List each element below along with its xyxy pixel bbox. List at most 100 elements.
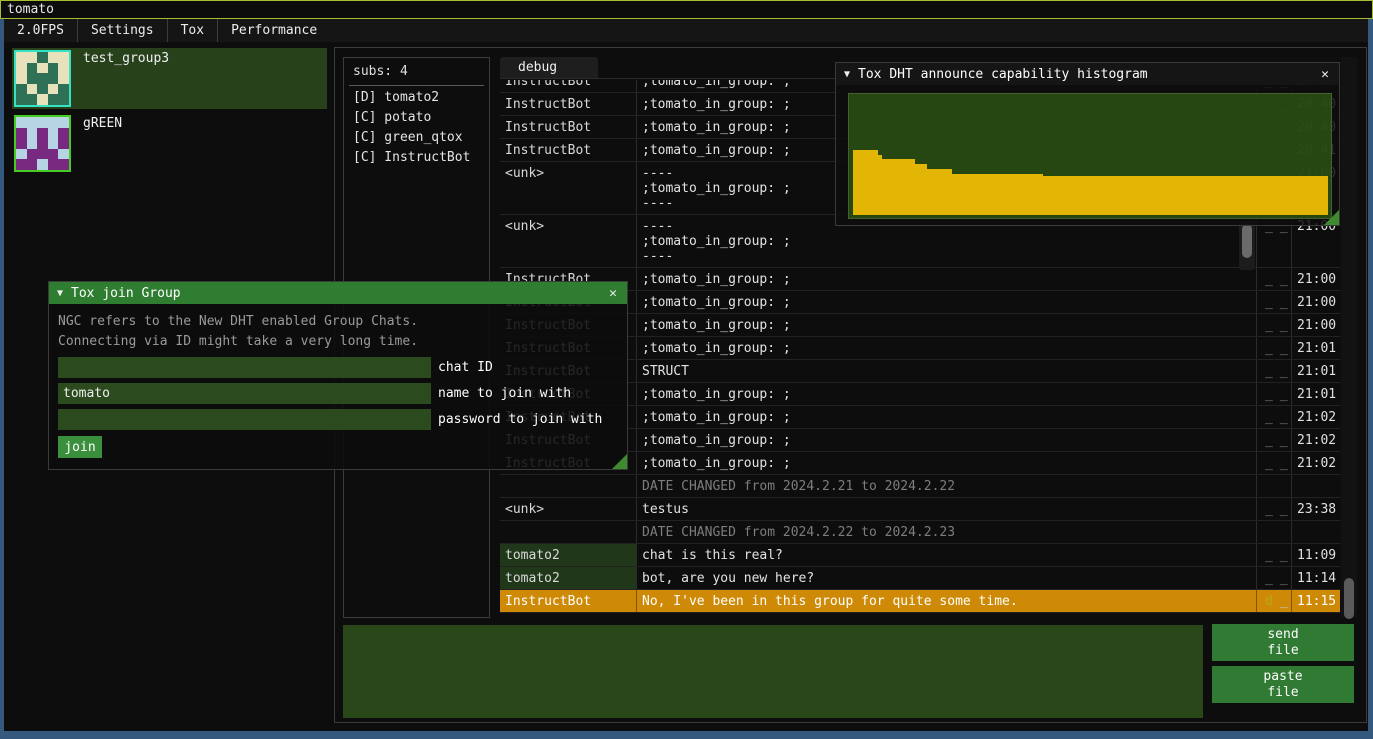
chat-row-flags	[1257, 475, 1292, 497]
close-icon[interactable]: ✕	[1319, 67, 1331, 82]
chat-row-timestamp: 21:00	[1292, 291, 1340, 313]
read-flag: _	[1280, 364, 1288, 382]
menu-item-performance[interactable]: Performance	[217, 19, 330, 42]
delivery-flag: _	[1265, 502, 1273, 520]
chat-row-message: ;tomato_in_group: ;	[637, 291, 1257, 313]
chat-row-flags: _ _	[1257, 383, 1292, 405]
chat-scrollbar-thumb[interactable]	[1344, 578, 1354, 619]
chat-row-flags: _ _	[1257, 291, 1292, 313]
subs-member-instructbot[interactable]: [C] InstructBot	[353, 148, 489, 168]
read-flag: _	[1280, 295, 1288, 313]
read-flag: _	[1280, 548, 1288, 566]
chat-row-flags: _ _	[1257, 360, 1292, 382]
chat-row-timestamp: 21:02	[1292, 429, 1340, 451]
join-group-window: ▼ Tox join Group ✕ NGC refers to the New…	[48, 281, 628, 470]
chat-row-message: ;tomato_in_group: ;	[637, 429, 1257, 451]
delivery-flag: d	[1265, 594, 1273, 612]
chat-row-timestamp	[1292, 521, 1340, 543]
join-field-label: chat ID	[438, 360, 493, 375]
join-field-password: password to join with	[58, 409, 618, 430]
message-input[interactable]	[343, 625, 1203, 718]
delivery-flag: _	[1265, 571, 1273, 589]
chat-row-flags: d _	[1257, 590, 1292, 612]
chat-row-timestamp	[1292, 475, 1340, 497]
chat-row-flags: _ _	[1257, 314, 1292, 336]
resize-grip[interactable]	[612, 454, 627, 469]
delivery-flag: _	[1265, 548, 1273, 566]
paste-file-button[interactable]: paste file	[1212, 666, 1354, 703]
join-group-window-title-bar[interactable]: ▼ Tox join Group ✕	[49, 282, 627, 304]
chat-row-flags: _ _	[1257, 544, 1292, 566]
subs-separator	[349, 85, 484, 86]
join-field-label: password to join with	[438, 412, 602, 427]
chat-row-message: ;tomato_in_group: ;	[637, 452, 1257, 474]
message-pane-scrollbar[interactable]	[1239, 221, 1255, 270]
chat-row-message: ;tomato_in_group: ;	[637, 314, 1257, 336]
read-flag: _	[1280, 272, 1288, 290]
join-field-label: name to join with	[438, 386, 571, 401]
subs-member-tomato2[interactable]: [D] tomato2	[353, 88, 489, 108]
join-field-input[interactable]	[58, 383, 431, 404]
chat-row-flags: _ _	[1257, 337, 1292, 359]
read-flag: _	[1280, 410, 1288, 428]
read-flag: _	[1280, 456, 1288, 474]
chat-row: tomato2 chat is this real? _ _ 11:09	[500, 544, 1340, 567]
chat-row-flags: _ _	[1257, 268, 1292, 290]
delivery-flag: _	[1265, 410, 1273, 428]
chat-row-flags: _ _	[1257, 567, 1292, 589]
collapse-arrow-icon[interactable]: ▼	[57, 288, 63, 299]
chat-row-sender: <unk>	[500, 215, 637, 267]
read-flag: _	[1280, 571, 1288, 589]
chat-row-message: bot, are you new here?	[637, 567, 1257, 589]
group-avatar-green	[14, 115, 71, 172]
join-button[interactable]: join	[58, 436, 102, 458]
read-flag: _	[1280, 594, 1288, 612]
close-icon[interactable]: ✕	[607, 286, 619, 301]
read-flag: _	[1280, 502, 1288, 520]
chat-row-timestamp: 21:02	[1292, 452, 1340, 474]
chat-row-sender: InstructBot	[500, 116, 637, 138]
chat-row-message: ;tomato_in_group: ;	[637, 383, 1257, 405]
join-field-input[interactable]	[58, 409, 431, 430]
histogram-window-title: Tox DHT announce capability histogram	[858, 67, 1319, 82]
subs-member-potato[interactable]: [C] potato	[353, 108, 489, 128]
join-info-line: NGC refers to the New DHT enabled Group …	[58, 312, 618, 332]
join-field-name: name to join with	[58, 383, 618, 404]
tab-debug[interactable]: debug	[500, 57, 598, 78]
chat-row-timestamp: 21:00	[1292, 268, 1340, 290]
resize-grip[interactable]	[1324, 210, 1339, 225]
menu-bar: 2.0FPSSettingsToxPerformance	[4, 19, 1368, 42]
window-border-bottom	[0, 731, 1373, 739]
app-root: tomato 2.0FPSSettingsToxPerformance test…	[0, 0, 1373, 739]
read-flag: _	[1280, 318, 1288, 336]
group-list-item-test_group3[interactable]: test_group3	[12, 48, 327, 109]
chat-row: DATE CHANGED from 2024.2.21 to 2024.2.22	[500, 475, 1340, 498]
send-file-button[interactable]: send file	[1212, 624, 1354, 661]
delivery-flag: _	[1265, 364, 1273, 382]
histogram-plot[interactable]	[848, 93, 1332, 219]
message-pane-scrollbar-thumb[interactable]	[1242, 224, 1252, 258]
chat-scrollbar[interactable]	[1341, 57, 1357, 618]
collapse-arrow-icon[interactable]: ▼	[844, 69, 850, 80]
subs-member-green_qtox[interactable]: [C] green_qtox	[353, 128, 489, 148]
join-info-line: Connecting via ID might take a very long…	[58, 332, 618, 352]
chat-row-sender	[500, 521, 637, 543]
chat-row: InstructBot No, I've been in this group …	[500, 590, 1340, 613]
chat-row-sender: <unk>	[500, 498, 637, 520]
join-group-window-body: NGC refers to the New DHT enabled Group …	[49, 304, 627, 458]
join-field-input[interactable]	[58, 357, 431, 378]
menu-item-tox[interactable]: Tox	[167, 19, 217, 42]
menu-item-settings[interactable]: Settings	[77, 19, 167, 42]
delivery-flag: _	[1265, 318, 1273, 336]
chat-row: <unk> testus _ _ 23:38	[500, 498, 1340, 521]
delivery-flag: _	[1265, 341, 1273, 359]
group-list-item-green[interactable]: gREEN	[12, 113, 327, 174]
chat-row-timestamp: 21:01	[1292, 337, 1340, 359]
chat-row-flags	[1257, 521, 1292, 543]
chat-row-sender: InstructBot	[500, 80, 637, 92]
window-border-left	[0, 19, 4, 739]
chat-row-message: chat is this real?	[637, 544, 1257, 566]
read-flag: _	[1280, 387, 1288, 405]
histogram-window-title-bar[interactable]: ▼ Tox DHT announce capability histogram …	[836, 63, 1339, 85]
window-title-bar[interactable]: tomato	[0, 0, 1373, 19]
